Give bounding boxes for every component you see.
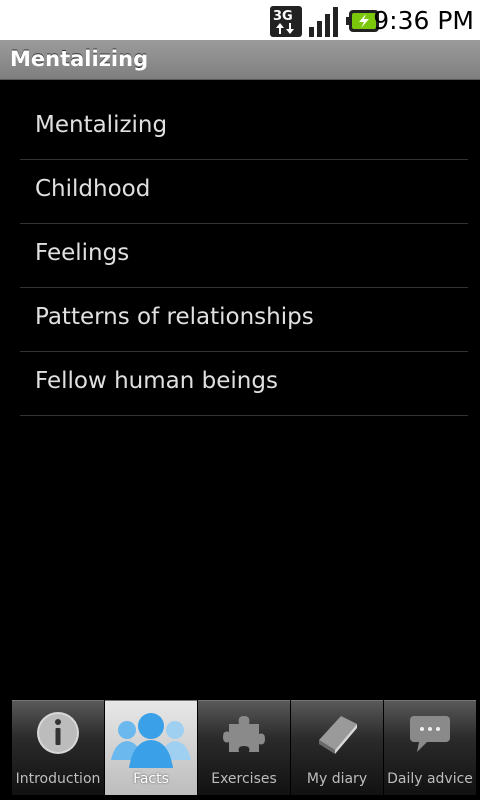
tab-label: Facts	[133, 771, 169, 787]
network-type-text: 3G	[273, 9, 293, 24]
tab-introduction[interactable]: Introduction	[12, 700, 104, 795]
people-icon	[111, 713, 191, 768]
tab-daily-advice[interactable]: Daily advice	[384, 700, 476, 795]
tab-label: Exercises	[211, 771, 277, 787]
tab-label: My diary	[306, 771, 368, 787]
status-time: 9:36 PM	[373, 6, 474, 35]
tab-label: Introduction	[15, 771, 101, 787]
list-item-label: Fellow human beings	[35, 368, 278, 394]
list-item-patterns-of-relationships[interactable]: Patterns of relationships	[20, 288, 468, 352]
title-bar: Mentalizing	[0, 40, 480, 80]
puzzle-icon	[223, 716, 265, 752]
tab-my-diary[interactable]: My diary	[291, 700, 383, 795]
list-item-label: Feelings	[35, 240, 130, 266]
bottom-tab-bar: Introduction Facts Exercises My diary Da…	[12, 700, 476, 795]
book-icon	[319, 716, 357, 754]
tab-exercises[interactable]: Exercises	[198, 700, 290, 795]
list-item-childhood[interactable]: Childhood	[20, 160, 468, 224]
list-item-label: Childhood	[35, 176, 151, 202]
signal-icon	[309, 7, 338, 37]
status-bar: 3G 9:36 PM	[0, 0, 480, 40]
speech-bubble-icon	[410, 716, 450, 752]
list-item-fellow-human-beings[interactable]: Fellow human beings	[20, 352, 468, 416]
list-item-label: Patterns of relationships	[35, 304, 314, 330]
topic-list: Mentalizing Childhood Feelings Patterns …	[20, 96, 468, 416]
tab-facts[interactable]: Facts	[105, 700, 197, 795]
info-icon	[37, 712, 79, 754]
page-title: Mentalizing	[10, 47, 149, 71]
list-item-label: Mentalizing	[35, 112, 168, 138]
list-item-mentalizing[interactable]: Mentalizing	[20, 96, 468, 160]
tab-label: Daily advice	[387, 771, 473, 787]
list-item-feelings[interactable]: Feelings	[20, 224, 468, 288]
3g-icon: 3G	[270, 6, 302, 37]
